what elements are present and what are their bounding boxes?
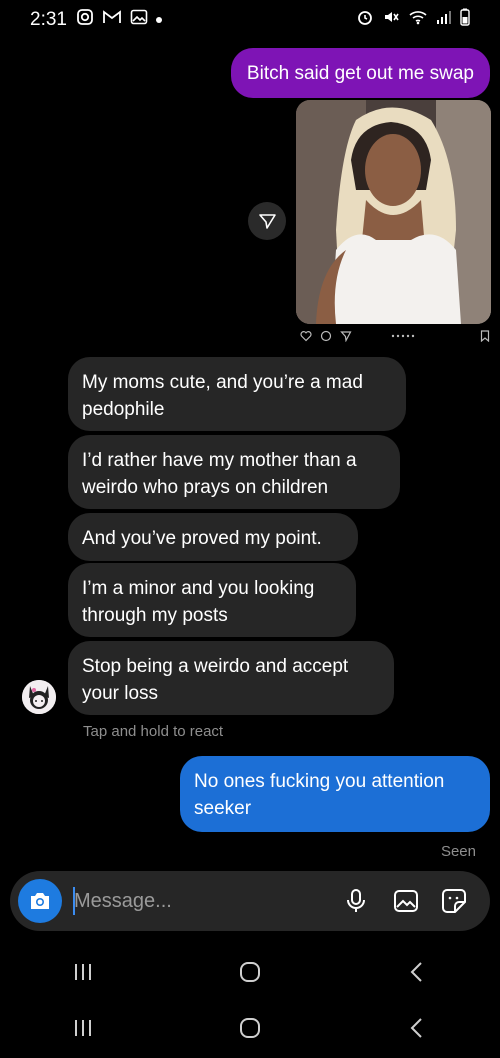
message-text: Stop being a weirdo and accept your loss	[82, 656, 349, 704]
recent-apps-icon	[75, 1020, 92, 1036]
status-time: 2:31	[30, 9, 67, 30]
comment-icon[interactable]	[320, 330, 332, 342]
send-icon	[259, 214, 276, 229]
gallery-button[interactable]	[390, 885, 422, 917]
home-icon	[239, 962, 260, 982]
received-message-bubble[interactable]: And you’ve proved my point.	[68, 513, 358, 561]
gallery-icon	[394, 890, 418, 912]
back-button[interactable]	[377, 947, 457, 997]
camera-icon	[31, 893, 49, 909]
received-message-bubble[interactable]: I’m a minor and you looking through my p…	[68, 563, 356, 637]
message-text: My moms cute, and you’re a mad pedophile	[82, 372, 363, 420]
status-bar: 2:31	[0, 0, 500, 40]
status-left-icons	[76, 8, 162, 31]
system-nav-bar	[0, 998, 500, 1058]
received-message-bubble[interactable]: I’d rather have my mother than a weirdo …	[68, 435, 400, 509]
message-input[interactable]	[74, 885, 294, 917]
microphone-icon	[347, 889, 365, 912]
message-text: No ones fucking you attention seeker	[194, 771, 445, 819]
sent-message-bubble[interactable]: No ones fucking you attention seeker	[180, 756, 490, 832]
sent-message-bubble[interactable]: Bitch said get out me swap	[230, 48, 490, 98]
message-composer	[10, 871, 490, 931]
microphone-button[interactable]	[340, 885, 372, 917]
received-message-bubble[interactable]: Stop being a weirdo and accept your loss	[68, 641, 394, 715]
message-text: Bitch said get out me swap	[246, 63, 474, 84]
alarm-icon	[356, 8, 374, 31]
back-button[interactable]	[377, 1003, 457, 1053]
home-button[interactable]	[210, 1003, 290, 1053]
recent-apps-button[interactable]	[43, 1003, 123, 1053]
battery-icon	[460, 8, 470, 31]
message-text: I’m a minor and you looking through my p…	[82, 578, 315, 626]
instagram-icon	[76, 8, 94, 31]
heart-icon[interactable]	[300, 330, 312, 342]
wifi-icon	[408, 9, 428, 30]
signal-icon	[436, 9, 452, 30]
recent-apps-button[interactable]	[43, 947, 123, 997]
home-button[interactable]	[210, 947, 290, 997]
shared-post-photo[interactable]	[296, 100, 491, 324]
notification-dot	[156, 16, 162, 23]
system-nav-bar	[0, 942, 500, 1002]
recent-apps-icon	[75, 964, 92, 980]
gmail-icon	[102, 9, 122, 30]
sticker-button[interactable]	[438, 885, 470, 917]
react-hint: Tap and hold to react	[83, 723, 224, 740]
gallery-icon	[130, 9, 148, 30]
avatar[interactable]	[22, 680, 56, 714]
photo-illustration	[296, 100, 491, 324]
share-button[interactable]	[248, 202, 286, 240]
avatar-image	[22, 680, 56, 714]
home-icon	[239, 1018, 260, 1038]
camera-button[interactable]	[18, 879, 62, 923]
sticker-icon	[442, 889, 466, 913]
received-message-bubble[interactable]: My moms cute, and you’re a mad pedophile	[68, 357, 406, 431]
mute-icon	[382, 8, 400, 31]
back-icon	[410, 1018, 422, 1038]
carousel-dots-icon	[391, 334, 415, 338]
status-right-icons	[356, 8, 470, 31]
message-text: And you’ve proved my point.	[82, 528, 322, 549]
seen-status: Seen	[440, 843, 476, 860]
bookmark-icon[interactable]	[480, 330, 490, 342]
send-icon[interactable]	[340, 330, 352, 342]
message-text: I’d rather have my mother than a weirdo …	[82, 450, 357, 498]
post-actions	[300, 327, 490, 345]
back-icon	[410, 962, 422, 982]
